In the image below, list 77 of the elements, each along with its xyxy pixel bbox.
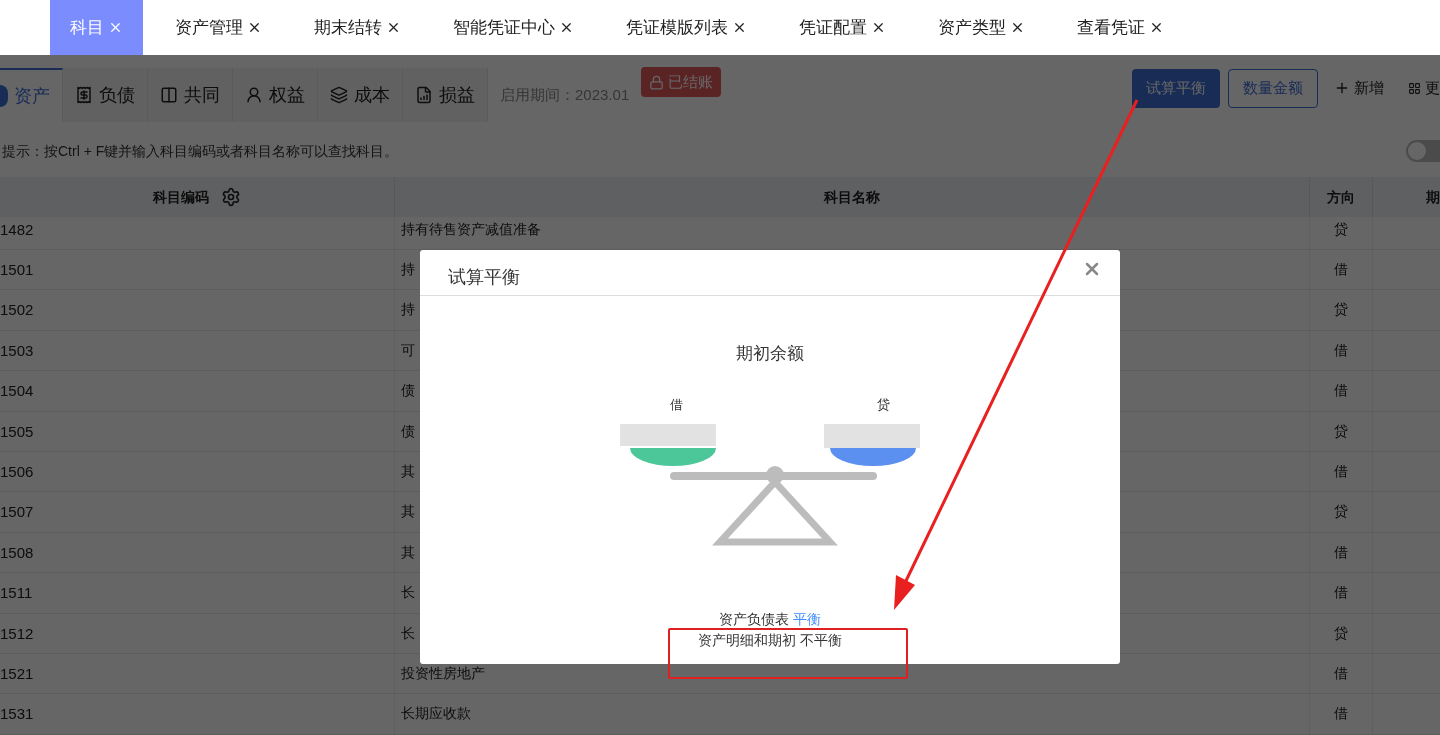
table-cell: 借 <box>1310 694 1373 734</box>
table-cell: 借 <box>1310 451 1373 492</box>
table-cell: 贷 <box>1310 290 1373 330</box>
column-header: 方向 <box>1310 177 1373 217</box>
column-header: 科目名称 <box>395 177 1310 217</box>
table-cell: 借 <box>1310 330 1373 371</box>
category-tab[interactable]: 共同 <box>148 68 233 122</box>
close-icon <box>559 20 574 35</box>
table-cell: 借 <box>1310 653 1373 694</box>
table-cell: 1505 <box>0 411 395 451</box>
table-cell: 持有待售资产减值准备 <box>395 217 1310 249</box>
quantity-amount-button[interactable]: 数量金额 <box>1228 68 1318 108</box>
table-cell: 1504 <box>0 371 395 411</box>
hint-text: 提示：按Ctrl + F键并输入科目编码或者科目名称可以查找科目。 <box>1 141 399 161</box>
page-tab[interactable]: 凭证模版列表 <box>606 0 767 55</box>
category-tab[interactable]: 资产 <box>0 68 63 122</box>
dialog-title: 试算平衡 <box>448 266 520 289</box>
table-cell: 贷 <box>1310 217 1373 249</box>
category-tab[interactable]: 权益 <box>233 68 318 122</box>
category-tab[interactable]: 损益 <box>403 68 488 122</box>
credit-label: 贷 <box>877 395 890 414</box>
table-cell: 借 <box>1310 532 1373 573</box>
table-cell: 长期应收款 <box>395 694 1310 734</box>
table-cell: 1512 <box>0 613 395 653</box>
trial-balance-button[interactable]: 试算平衡 <box>1132 68 1220 108</box>
category-icon <box>160 86 178 104</box>
table-cell: 贷 <box>1310 492 1373 532</box>
table-cell: 1507 <box>0 492 395 532</box>
table-cell: 1503 <box>0 330 395 371</box>
more-button[interactable]: 更 <box>1400 68 1440 108</box>
column-title: 科目编码 <box>153 187 209 207</box>
page-tab[interactable]: 查看凭证 <box>1057 0 1184 55</box>
asset-icon <box>0 85 8 107</box>
close-icon <box>1010 20 1025 35</box>
table-cell: 借 <box>1310 573 1373 613</box>
table-cell: 1502 <box>0 290 395 330</box>
close-icon <box>732 20 747 35</box>
table-cell: 1508 <box>0 532 395 573</box>
table-cell: 1506 <box>0 451 395 492</box>
page-tab[interactable]: 资产管理 <box>155 0 282 55</box>
column-header: 期 <box>1425 187 1440 207</box>
result-line: 资产明细和期初 不平衡 <box>698 631 842 650</box>
table-cell: 1482 <box>0 217 395 249</box>
page-tab[interactable]: 期末结转 <box>294 0 421 55</box>
category-icon <box>330 86 348 104</box>
status-badge: 已结账 <box>641 67 722 97</box>
category-tab[interactable]: 成本 <box>318 68 403 122</box>
table-cell: 1521 <box>0 653 395 694</box>
grid-icon <box>1408 81 1421 95</box>
close-icon <box>1149 20 1164 35</box>
table-cell: 1501 <box>0 250 395 290</box>
add-button[interactable]: 新增 <box>1326 68 1392 108</box>
page-tab[interactable]: 智能凭证中心 <box>433 0 594 55</box>
lock-icon <box>649 74 665 90</box>
page-tab[interactable]: 科目 <box>50 0 143 55</box>
table-cell: 借 <box>1310 371 1373 411</box>
page-tab[interactable]: 资产类型 <box>918 0 1045 55</box>
table-cell: 贷 <box>1310 411 1373 451</box>
table-cell: 借 <box>1310 250 1373 290</box>
result-line: 资产负债表 平衡 <box>719 610 821 629</box>
toggle-switch[interactable] <box>1406 140 1440 162</box>
close-icon <box>871 20 886 35</box>
table-cell: 1511 <box>0 573 395 613</box>
plus-icon <box>1334 80 1350 96</box>
table-cell: 1531 <box>0 694 395 734</box>
close-icon <box>247 20 262 35</box>
category-icon <box>75 86 93 104</box>
category-icon <box>245 86 263 104</box>
settings-icon <box>221 187 241 207</box>
close-icon <box>108 20 123 35</box>
balance-heading: 期初余额 <box>736 343 804 365</box>
page-tab[interactable]: 凭证配置 <box>779 0 906 55</box>
close-icon <box>386 20 401 35</box>
category-tab[interactable]: 负债 <box>63 68 148 122</box>
category-icon <box>415 86 433 104</box>
debit-label: 借 <box>670 395 683 414</box>
table-cell: 贷 <box>1310 613 1373 653</box>
